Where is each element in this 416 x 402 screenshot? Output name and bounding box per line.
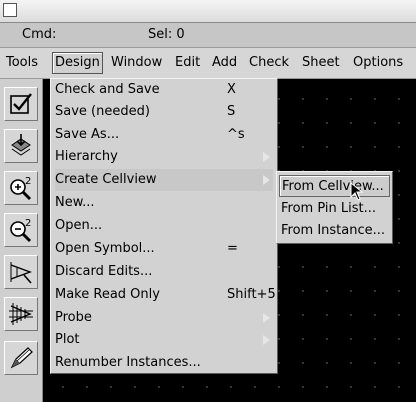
menu-item-label: New... [55, 195, 95, 210]
menu-item-accelerator: ^s [227, 127, 245, 142]
cmd-label: Cmd: [22, 27, 57, 42]
wire-button[interactable] [4, 255, 38, 289]
zoom-in-badge: 2 [25, 176, 31, 187]
submenu-item-from-instance[interactable]: From Instance... [279, 220, 390, 242]
menu-options[interactable]: Options [351, 54, 405, 72]
submenu-arrow-icon [263, 335, 270, 345]
menu-item-accelerator: Shift+5 [227, 287, 276, 302]
tool-palette: 2 2 [0, 79, 43, 402]
menu-item-label: Save (needed) [55, 104, 150, 119]
submenu-arrow-icon [263, 313, 270, 323]
menu-item-label: Check and Save [55, 82, 160, 97]
menu-item-save-as[interactable]: Save As... ^s [55, 124, 273, 146]
selection-count: Sel: 0 [148, 27, 185, 42]
menu-item-label: Discard Edits... [55, 264, 153, 279]
menu-sheet[interactable]: Sheet [300, 54, 342, 72]
menu-item-label: Renumber Instances... [55, 355, 201, 370]
menu-item-accelerator: X [227, 82, 236, 97]
pencil-button[interactable] [4, 341, 38, 375]
mouse-pointer-icon [350, 182, 364, 201]
menu-tools[interactable]: Tools [4, 54, 40, 72]
design-menu-dropdown: Check and Save X Save (needed) S Save As… [50, 78, 278, 374]
submenu-item-from-pin-list[interactable]: From Pin List... [279, 198, 390, 220]
pencil-icon [10, 347, 33, 369]
menu-item-label: Hierarchy [55, 149, 118, 164]
menu-item-renumber-instances[interactable]: Renumber Instances... [55, 352, 273, 374]
submenu-arrow-icon [263, 175, 270, 185]
menu-item-create-cellview[interactable]: Create Cellview [55, 169, 273, 191]
save-button[interactable] [4, 129, 38, 163]
menu-item-make-read-only[interactable]: Make Read Only Shift+5 [55, 284, 276, 306]
zoom-out-icon: 2 [10, 218, 31, 243]
menu-item-label: Save As... [55, 127, 120, 142]
save-icon [11, 134, 31, 156]
window-titlebar [0, 0, 416, 23]
bus-icon [9, 303, 33, 325]
menu-item-label: Probe [55, 310, 92, 325]
menu-window[interactable]: Window [109, 54, 164, 72]
menu-item-open[interactable]: Open... [55, 215, 273, 237]
bus-button[interactable] [4, 297, 38, 331]
menu-item-open-symbol[interactable]: Open Symbol... = [55, 238, 273, 260]
menu-add[interactable]: Add [210, 54, 239, 72]
create-cellview-submenu: From Cellview... From Pin List... From I… [276, 171, 393, 244]
zoom-out-button[interactable]: 2 [4, 213, 38, 247]
submenu-arrow-icon [263, 152, 270, 162]
wire-icon [10, 262, 33, 284]
menu-item-save[interactable]: Save (needed) S [55, 101, 273, 123]
menu-bar: Tools Design Window Edit Add Check Sheet… [0, 48, 416, 79]
zoom-out-badge: 2 [25, 218, 31, 229]
menu-check[interactable]: Check [247, 54, 291, 72]
status-bar: Cmd: Sel: 0 [0, 23, 416, 48]
zoom-in-button[interactable]: 2 [4, 171, 38, 205]
menu-item-probe[interactable]: Probe [55, 307, 273, 329]
menu-item-label: Make Read Only [55, 287, 160, 302]
window-menu-button[interactable] [3, 3, 17, 17]
menu-item-label: Plot [55, 332, 80, 347]
menu-edit[interactable]: Edit [173, 54, 202, 72]
check-button[interactable] [4, 87, 38, 121]
menu-item-label: Create Cellview [55, 172, 157, 187]
menu-design[interactable]: Design [52, 52, 103, 74]
submenu-item-from-cellview[interactable]: From Cellview... [279, 175, 390, 197]
menu-item-label: Open Symbol... [55, 241, 155, 256]
zoom-in-icon: 2 [10, 176, 31, 201]
menu-item-discard-edits[interactable]: Discard Edits... [55, 261, 273, 283]
menu-item-accelerator: = [227, 241, 238, 256]
menu-item-accelerator: S [227, 104, 236, 119]
menu-item-plot[interactable]: Plot [55, 329, 273, 351]
menu-item-check-and-save[interactable]: Check and Save X [55, 79, 273, 101]
menu-item-hierarchy[interactable]: Hierarchy [55, 146, 273, 168]
check-icon [10, 93, 32, 114]
menu-item-new[interactable]: New... [55, 192, 273, 214]
menu-item-label: Open... [55, 218, 103, 233]
